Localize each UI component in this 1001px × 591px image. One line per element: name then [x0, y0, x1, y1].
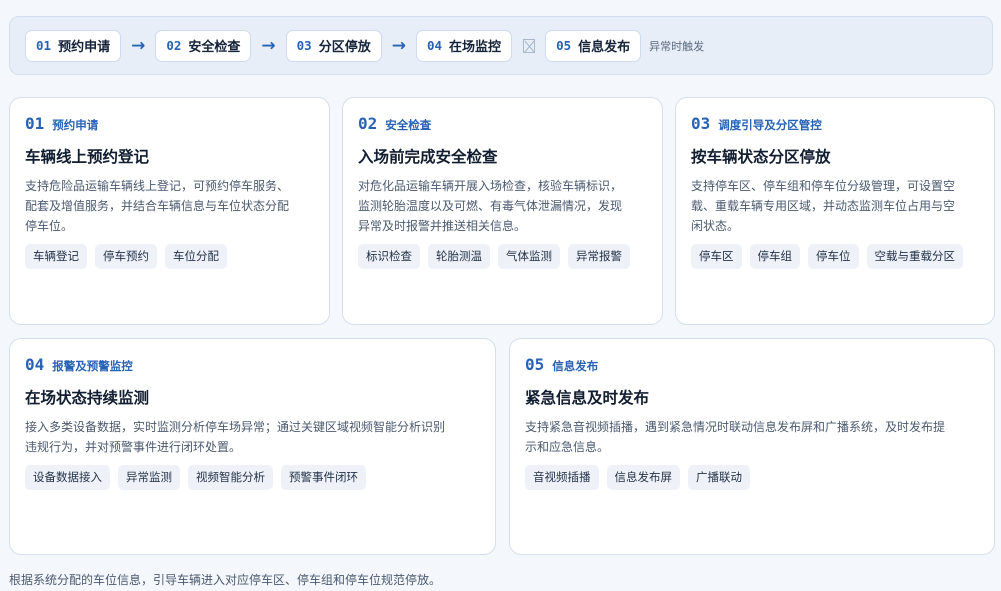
feature-chip: 设备数据接入 [25, 465, 110, 490]
desc-line: 异常及时报警并推送相关信息。 [358, 219, 527, 233]
feature-chip: 音视频插播 [525, 465, 599, 490]
card-description: 接入多类设备数据，实时监测分析停车场异常；通过关键区域视频智能分析识别 违规行为… [25, 417, 480, 457]
step-number: 03 [296, 38, 312, 53]
card-info-publish: 05 信息发布 紧急信息及时发布 支持紧急音视频插播，遇到紧急情况时联动信息发布… [509, 338, 995, 555]
step-label: 信息发布 [578, 40, 631, 55]
card-title: 按车辆状态分区停放 [691, 148, 831, 166]
step-number: 05 [556, 38, 572, 53]
step-onsite-monitoring[interactable]: 04 在场监控 [415, 29, 513, 62]
card-number: 02 [358, 114, 378, 133]
card-tag: 调度引导及分区管控 [718, 118, 822, 132]
card-reservation: 01 预约申请 车辆线上预约登记 支持危险品运输车辆线上登记，可预约停车服务、 … [9, 97, 330, 325]
footer-note: 根据系统分配的车位信息，引导车辆进入对应停车区、停车组和停车位规范停放。 [9, 573, 442, 587]
feature-chip: 车辆登记 [25, 244, 87, 269]
feature-chips: 设备数据接入 异常监测 视频智能分析 预警事件闭环 [25, 465, 480, 490]
arrow-right-icon: → [131, 35, 146, 56]
desc-line: 监测轮胎温度以及可燃、有毒气体泄漏情况，发现 [358, 199, 623, 213]
step-label: 分区停放 [318, 40, 371, 55]
step-reservation[interactable]: 01 预约申请 [25, 29, 122, 62]
feature-chip: 预警事件闭环 [281, 465, 366, 490]
desc-line: 配套及增值服务，并结合车辆信息与车位状态分配 [25, 199, 290, 213]
feature-chip: 停车组 [749, 244, 800, 269]
crossed-box-icon [523, 38, 536, 53]
card-number: 03 [691, 114, 711, 133]
feature-chips: 车辆登记 停车预约 车位分配 [25, 244, 314, 269]
feature-chip: 标识检查 [358, 244, 420, 269]
desc-line: 对危化品运输车辆开展入场检查，核验车辆标识， [358, 179, 623, 193]
trigger-note: 异常时触发 [649, 39, 705, 53]
arrow-right-icon: → [391, 35, 406, 56]
card-onsite-monitoring: 04 报警及预警监控 在场状态持续监测 接入多类设备数据，实时监测分析停车场异常… [9, 338, 496, 555]
desc-line: 闲状态。 [691, 219, 740, 233]
desc-line: 支持危险品运输车辆线上登记，可预约停车服务、 [25, 179, 290, 193]
step-zone-parking[interactable]: 03 分区停放 [285, 29, 382, 62]
card-description: 支持紧急音视频插播，遇到紧急情况时联动信息发布屏和广播系统，及时发布提 示和应急… [525, 417, 979, 457]
card-number: 04 [25, 355, 45, 374]
feature-chip: 空载与重载分区 [866, 244, 963, 269]
card-title: 紧急信息及时发布 [525, 389, 650, 407]
desc-line: 停车位。 [25, 219, 74, 233]
arrow-right-icon: → [261, 35, 276, 56]
feature-chips: 音视频插播 信息发布屏 广播联动 [525, 465, 979, 490]
step-number: 01 [36, 38, 52, 53]
card-tag: 报警及预警监控 [52, 359, 133, 373]
desc-line: 支持停车区、停车组和停车位分级管理，可设置空 [691, 179, 956, 193]
desc-line: 违规行为，并对预警事件进行闭环处置。 [25, 440, 242, 454]
card-title: 车辆线上预约登记 [25, 148, 150, 166]
step-label: 安全检查 [188, 40, 241, 55]
step-safety-check[interactable]: 02 安全检查 [155, 29, 252, 62]
card-title: 在场状态持续监测 [25, 389, 150, 407]
card-safety-check: 02 安全检查 入场前完成安全检查 对危化品运输车辆开展入场检查，核验车辆标识，… [342, 97, 663, 325]
card-tag: 预约申请 [52, 118, 99, 132]
step-number: 02 [166, 38, 182, 53]
process-flow-bar: 01 预约申请 → 02 安全检查 → 03 分区停放 → 04 在场监控 05… [9, 16, 993, 75]
feature-chip: 轮胎测温 [428, 244, 490, 269]
step-label: 在场监控 [449, 40, 502, 55]
feature-chips: 标识检查 轮胎测温 气体监测 异常报警 [358, 244, 647, 269]
desc-line: 载、重载车辆专用区域，并动态监测车位占用与空 [691, 199, 956, 213]
feature-chip: 气体监测 [498, 244, 560, 269]
feature-chip: 停车预约 [95, 244, 157, 269]
step-number: 04 [426, 38, 443, 53]
step-info-publish[interactable]: 05 信息发布 [545, 29, 642, 62]
card-number: 01 [25, 114, 45, 133]
card-description: 支持停车区、停车组和停车位分级管理，可设置空 载、重载车辆专用区域，并动态监测车… [691, 176, 979, 236]
card-zone-parking: 03 调度引导及分区管控 按车辆状态分区停放 支持停车区、停车组和停车位分级管理… [675, 97, 995, 325]
desc-line: 示和应急信息。 [525, 440, 610, 454]
feature-chip: 视频智能分析 [188, 465, 273, 490]
card-description: 对危化品运输车辆开展入场检查，核验车辆标识， 监测轮胎温度以及可燃、有毒气体泄漏… [358, 176, 647, 236]
feature-chip: 广播联动 [688, 465, 750, 490]
card-title: 入场前完成安全检查 [358, 148, 498, 166]
desc-line: 支持紧急音视频插播，遇到紧急情况时联动信息发布屏和广播系统，及时发布提 [525, 420, 946, 434]
card-description: 支持危险品运输车辆线上登记，可预约停车服务、 配套及增值服务，并结合车辆信息与车… [25, 176, 314, 236]
feature-chips: 停车区 停车组 停车位 空载与重载分区 [691, 244, 979, 269]
step-label: 预约申请 [58, 40, 111, 55]
card-tag: 安全检查 [385, 118, 432, 132]
card-number: 05 [525, 355, 545, 374]
desc-line: 接入多类设备数据，实时监测分析停车场异常；通过关键区域视频智能分析识别 [25, 420, 446, 434]
feature-chip: 停车位 [808, 244, 859, 269]
feature-chip: 信息发布屏 [606, 465, 680, 490]
feature-chip: 停车区 [691, 244, 742, 269]
feature-chip: 异常监测 [118, 465, 180, 490]
feature-chip: 异常报警 [568, 244, 630, 269]
card-tag: 信息发布 [552, 359, 599, 373]
feature-chip: 车位分配 [165, 244, 227, 269]
